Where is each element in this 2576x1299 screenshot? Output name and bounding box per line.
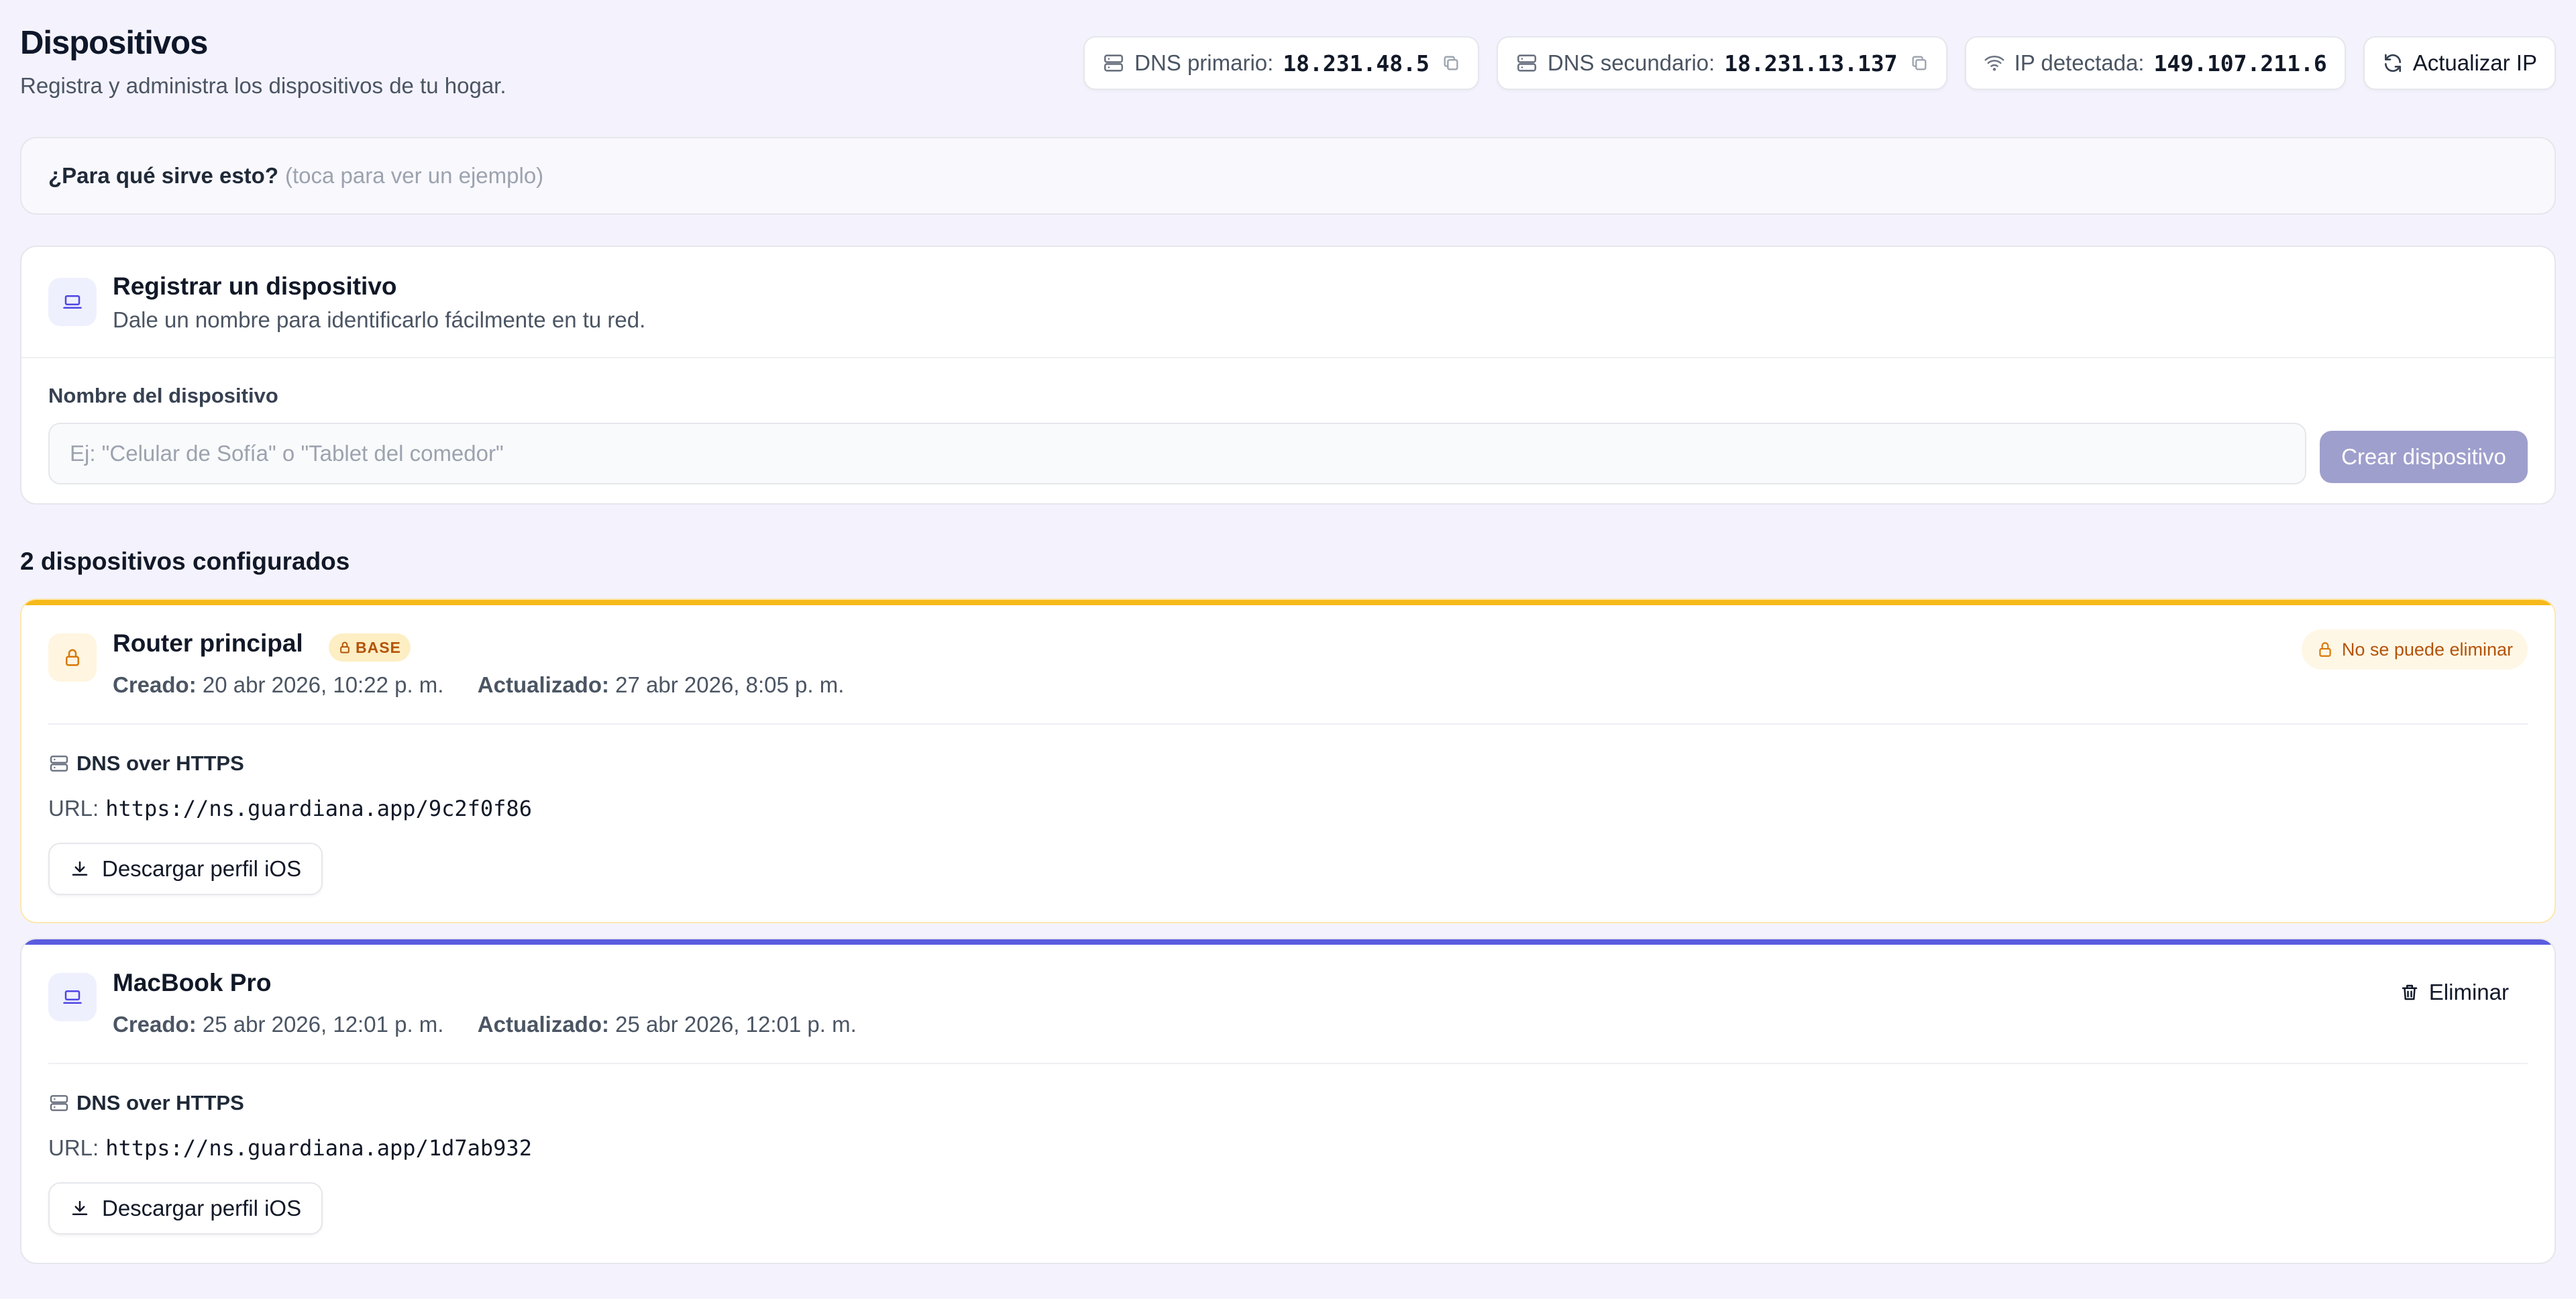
base-badge-label: BASE bbox=[356, 638, 401, 656]
doh-heading: DNS over HTTPS bbox=[48, 1091, 244, 1115]
register-device-card: Registrar un dispositivo Dale un nombre … bbox=[20, 246, 2556, 505]
device-name-label: Nombre del dispositivo bbox=[48, 384, 278, 407]
created-label: Creado: bbox=[113, 1012, 197, 1037]
dns-secondary-label: DNS secundario: bbox=[1547, 50, 1715, 75]
divider bbox=[48, 1063, 2528, 1064]
url-label: URL: bbox=[48, 796, 99, 821]
download-label: Descargar perfil iOS bbox=[102, 1196, 302, 1220]
doh-url-row: URL: https://ns.guardiana.app/9c2f0f86 bbox=[48, 796, 532, 821]
device-name: MacBook Pro bbox=[113, 969, 272, 996]
delete-label: Eliminar bbox=[2428, 980, 2509, 1004]
lock-icon bbox=[2316, 641, 2334, 658]
devices-count-title: 2 dispositivos configurados bbox=[20, 548, 350, 575]
register-subtitle: Dale un nombre para identificarlo fácilm… bbox=[113, 307, 646, 332]
protected-label: No se puede eliminar bbox=[2341, 639, 2513, 660]
ip-detected-pill: IP detectada: 149.107.211.6 bbox=[1964, 36, 2346, 90]
doh-heading: DNS over HTTPS bbox=[48, 751, 244, 776]
delete-device-button[interactable]: Eliminar bbox=[2381, 969, 2528, 1016]
server-icon bbox=[1515, 52, 1538, 74]
device-name: Router principal bbox=[113, 629, 303, 657]
copy-icon[interactable] bbox=[1910, 54, 1929, 72]
info-help-card[interactable]: ¿Para qué sirve esto? (toca para ver un … bbox=[20, 137, 2556, 215]
dns-primary-value: 18.231.48.5 bbox=[1283, 50, 1430, 76]
refresh-icon bbox=[2382, 52, 2404, 74]
page-title: Dispositivos bbox=[20, 25, 208, 61]
dns-secondary-pill: DNS secundario: 18.231.13.137 bbox=[1496, 36, 1947, 90]
register-header: Registrar un dispositivo Dale un nombre … bbox=[21, 247, 2555, 358]
updated-value: 25 abr 2026, 12:01 p. m. bbox=[615, 1012, 857, 1037]
page-subtitle: Registra y administra los dispositivos d… bbox=[20, 73, 506, 98]
download-ios-profile-button[interactable]: Descargar perfil iOS bbox=[48, 1182, 323, 1235]
trash-icon bbox=[2400, 982, 2420, 1002]
server-icon bbox=[48, 1092, 70, 1114]
protected-badge: No se puede eliminar bbox=[2301, 629, 2528, 670]
download-icon bbox=[70, 1198, 90, 1218]
devices-page: Dispositivos Registra y administra los d… bbox=[0, 0, 2576, 1299]
dns-secondary-value: 18.231.13.137 bbox=[1724, 50, 1898, 76]
doh-url-row: URL: https://ns.guardiana.app/1d7ab932 bbox=[48, 1135, 532, 1161]
wifi-icon bbox=[1984, 52, 2005, 74]
server-icon bbox=[48, 753, 70, 774]
device-card-router: Router principal BASE Creado: 20 abr 202… bbox=[20, 599, 2556, 923]
info-question: ¿Para qué sirve esto? bbox=[48, 163, 278, 188]
server-icon bbox=[1102, 52, 1125, 74]
download-ios-profile-button[interactable]: Descargar perfil iOS bbox=[48, 843, 323, 895]
updated-label: Actualizado: bbox=[477, 672, 609, 697]
info-hint: (toca para ver un ejemplo) bbox=[284, 163, 544, 188]
device-timestamps: Creado: 20 abr 2026, 10:22 p. m. Actuali… bbox=[113, 672, 844, 698]
refresh-ip-button[interactable]: Actualizar IP bbox=[2363, 36, 2556, 90]
download-label: Descargar perfil iOS bbox=[102, 856, 302, 881]
url-label: URL: bbox=[48, 1135, 99, 1160]
dns-primary-pill: DNS primario: 18.231.48.5 bbox=[1083, 36, 1479, 90]
created-label: Creado: bbox=[113, 672, 197, 697]
device-name-input[interactable] bbox=[48, 423, 2306, 484]
updated-value: 27 abr 2026, 8:05 p. m. bbox=[615, 672, 845, 697]
device-accent-bar bbox=[21, 600, 2555, 605]
doh-url: https://ns.guardiana.app/1d7ab932 bbox=[105, 1135, 532, 1161]
doh-url: https://ns.guardiana.app/9c2f0f86 bbox=[105, 796, 532, 821]
laptop-icon bbox=[48, 973, 97, 1021]
download-icon bbox=[70, 859, 90, 879]
page-header: Dispositivos Registra y administra los d… bbox=[20, 0, 2556, 127]
device-card-macbook: MacBook Pro Creado: 25 abr 2026, 12:01 p… bbox=[20, 938, 2556, 1264]
lock-icon bbox=[338, 641, 352, 654]
divider bbox=[48, 723, 2528, 725]
refresh-ip-label: Actualizar IP bbox=[2412, 50, 2537, 75]
laptop-icon bbox=[48, 278, 97, 326]
device-accent-bar bbox=[21, 939, 2555, 945]
created-value: 25 abr 2026, 12:01 p. m. bbox=[202, 1012, 444, 1037]
network-info-bar: DNS primario: 18.231.48.5 DNS secundario… bbox=[1083, 36, 2556, 90]
doh-label: DNS over HTTPS bbox=[76, 751, 244, 775]
create-device-button[interactable]: Crear dispositivo bbox=[2320, 431, 2528, 483]
dns-primary-label: DNS primario: bbox=[1134, 50, 1274, 75]
ip-detected-label: IP detectada: bbox=[2014, 50, 2145, 75]
ip-detected-value: 149.107.211.6 bbox=[2153, 50, 2327, 76]
base-badge: BASE bbox=[329, 633, 411, 662]
created-value: 20 abr 2026, 10:22 p. m. bbox=[202, 672, 444, 697]
doh-label: DNS over HTTPS bbox=[76, 1091, 244, 1114]
copy-icon[interactable] bbox=[1442, 54, 1460, 72]
lock-icon bbox=[48, 633, 97, 682]
updated-label: Actualizado: bbox=[477, 1012, 609, 1037]
register-title: Registrar un dispositivo bbox=[113, 272, 397, 300]
device-timestamps: Creado: 25 abr 2026, 12:01 p. m. Actuali… bbox=[113, 1012, 857, 1037]
